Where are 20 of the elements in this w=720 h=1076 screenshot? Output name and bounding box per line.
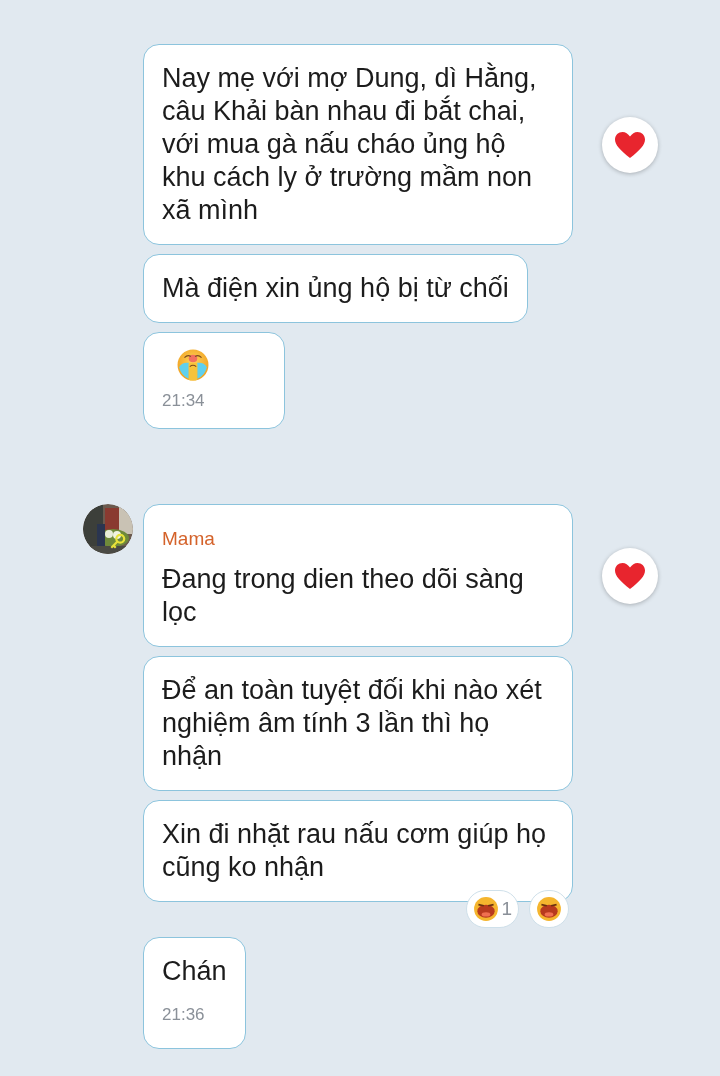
reaction-count: 1 (501, 898, 512, 920)
heart-reaction-button[interactable] (602, 116, 658, 173)
avatar[interactable] (83, 504, 133, 554)
message-text: Xin đi nhặt rau nấu cơm giúp họ cũng ko nhận (162, 818, 547, 884)
message-time: 21:36 (162, 1004, 205, 1026)
message-text: Mà điện xin ủng hộ bị từ chối (162, 272, 509, 305)
reaction-pill[interactable]: 1 (466, 890, 519, 928)
heart-icon (614, 130, 646, 159)
key-icon (109, 532, 127, 550)
laughing-face-icon (536, 896, 562, 922)
reaction-pill[interactable] (529, 890, 569, 928)
message-text: Nay mẹ với mợ Dung, dì Hằng, câu Khải bàn nhau đi bắt chai, với mua gà nấu cháo ủng hộ khu cách ly ở trường mầm non xã mình (162, 62, 538, 227)
heart-reaction-button[interactable] (602, 547, 658, 604)
message-text: Đang trong dien theo dõi sàng lọc (162, 563, 525, 629)
message-time: 21:34 (162, 391, 205, 411)
heart-icon (614, 561, 646, 590)
message-text: Để an toàn tuyệt đối khi nào xét nghiệm âm tính 3 lần thì họ nhận (162, 674, 543, 773)
message-text: Chán (162, 955, 227, 988)
sender-name: Mama (162, 527, 215, 551)
laughing-face-icon (473, 896, 500, 922)
